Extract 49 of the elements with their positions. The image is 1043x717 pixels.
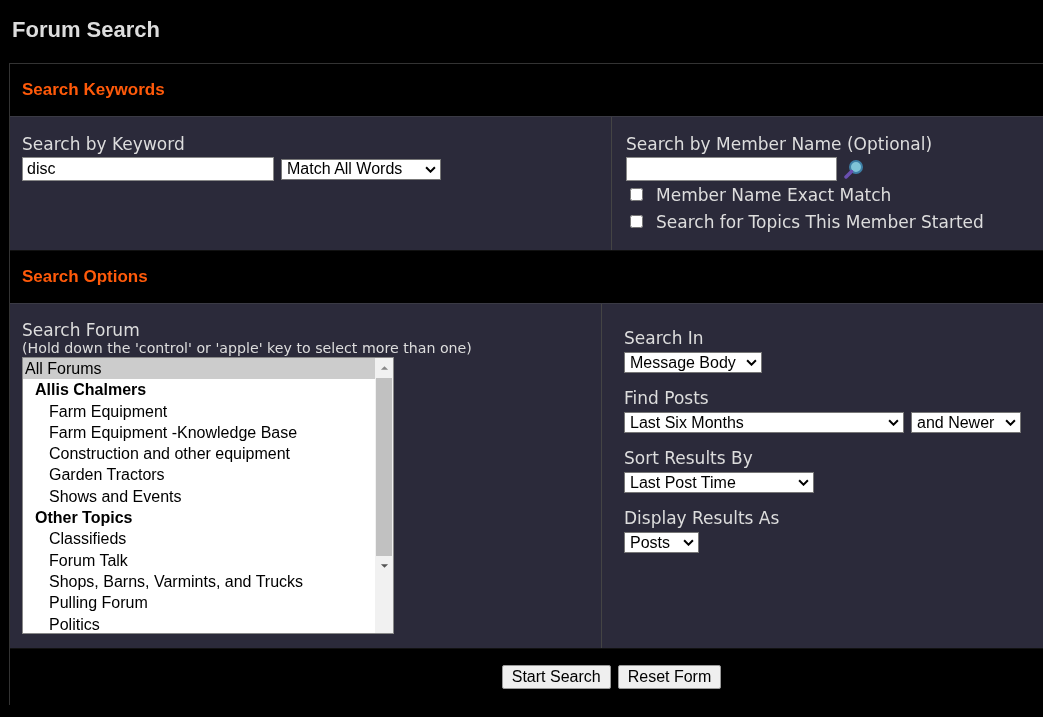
dropdown[interactable]: Match All Words: [281, 158, 441, 180]
caret-icon: [683, 539, 694, 546]
list-option[interactable]: Construction and other equipment: [23, 443, 375, 465]
checkbox-label: Search for Topics This Member Started: [656, 210, 984, 233]
list-option[interactable]: Shops, Barns, Varmints, and Trucks: [23, 570, 375, 593]
scrollbar[interactable]: [375, 358, 393, 633]
keyword-field[interactable]: disc: [22, 157, 274, 181]
member-name-field[interactable]: [626, 157, 837, 181]
caret-icon: [1005, 419, 1016, 426]
dropdown[interactable]: Last Post Time: [624, 472, 814, 493]
caret-icon: [425, 165, 436, 173]
list-option[interactable]: Farm Equipment: [23, 400, 375, 422]
caret-icon: [798, 479, 809, 486]
field-label: Sort Results By: [624, 447, 754, 469]
list-option[interactable]: Shows and Events: [23, 485, 375, 508]
dropdown[interactable]: and Newer: [911, 412, 1021, 433]
scroll-up-icon[interactable]: [379, 365, 389, 371]
field-label: Display Results As: [624, 507, 781, 529]
section-title: Search Options: [22, 267, 148, 287]
caret-icon: [746, 359, 757, 366]
scroll-down-icon[interactable]: [379, 563, 389, 569]
section-title: Search Keywords: [22, 80, 165, 100]
field-label: Find Posts: [624, 387, 710, 409]
dropdown[interactable]: Message Body: [624, 352, 762, 373]
list-option[interactable]: All Forums: [23, 358, 375, 380]
list-option[interactable]: Allis Chalmers: [23, 379, 375, 401]
list-option[interactable]: Other Topics: [23, 507, 375, 529]
list-option[interactable]: Garden Tractors: [23, 464, 375, 486]
field-label: Search by Keyword: [22, 133, 186, 155]
field-label: Search In: [624, 327, 705, 349]
start-search-button[interactable]: Start Search: [501, 665, 611, 689]
field-label: Search by Member Name (Optional): [626, 133, 934, 155]
hint-text: (Hold down the 'control' or 'apple' key to select more than one): [22, 341, 473, 356]
field-label: Search Forum: [22, 319, 141, 341]
list-option[interactable]: Pulling Forum: [23, 592, 375, 614]
list-option[interactable]: Forum Talk: [23, 549, 375, 571]
search-icon[interactable]: [844, 159, 864, 179]
checkbox-label: Member Name Exact Match: [656, 183, 892, 206]
list-option[interactable]: Classifieds: [23, 528, 375, 550]
checkbox[interactable]: [630, 188, 643, 201]
forum-listbox[interactable]: [22, 357, 394, 634]
dropdown[interactable]: Last Six Months: [624, 412, 904, 433]
caret-icon: [888, 419, 899, 426]
list-option[interactable]: Farm Equipment -Knowledge Base: [23, 421, 375, 444]
checkbox[interactable]: [630, 215, 643, 228]
dropdown[interactable]: Posts: [624, 532, 699, 553]
page-title: Forum Search: [11, 16, 161, 44]
list-option[interactable]: Politics: [23, 613, 375, 633]
reset-form-button[interactable]: Reset Form: [617, 665, 722, 689]
